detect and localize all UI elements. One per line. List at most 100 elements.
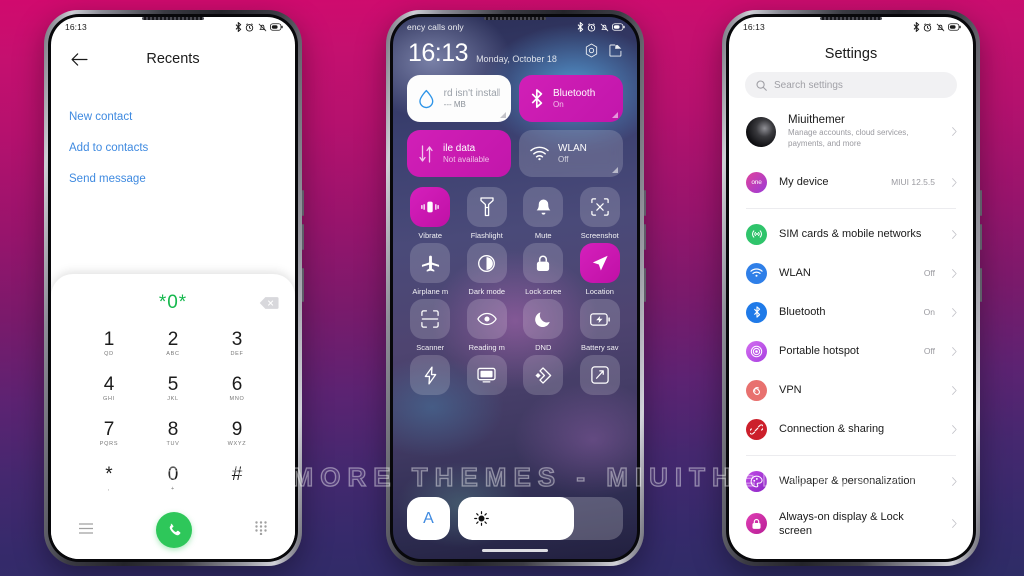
keypad-icon[interactable] [255, 520, 267, 540]
home-indicator[interactable] [482, 549, 548, 552]
row-label: SIM cards & mobile networks [779, 227, 922, 240]
toggle-screenshot[interactable]: Screenshot [573, 187, 628, 241]
toggle-dark-mode[interactable]: Dark mode [460, 243, 515, 297]
volume-down-button[interactable] [980, 224, 982, 250]
row-value: Off [923, 268, 935, 279]
bluetooth-tile[interactable]: Bluetooth On [519, 75, 623, 122]
row-bluetooth[interactable]: Bluetooth On [729, 293, 973, 332]
toggle-flashlight[interactable]: Flashlight [460, 187, 515, 241]
search-input[interactable] [774, 79, 946, 91]
row-wlan[interactable]: WLAN Off [729, 254, 973, 293]
power-button[interactable] [980, 268, 982, 302]
key-digit: 7 [103, 418, 115, 440]
tile-title: rd isn't install [443, 87, 500, 99]
account-row[interactable]: Miuithemer Manage accounts, cloud servic… [729, 98, 973, 163]
row-sim-cards[interactable]: SIM cards & mobile networks [729, 215, 973, 254]
edit-icon[interactable] [608, 43, 623, 63]
power-button[interactable] [644, 268, 646, 302]
key-0[interactable]: 0 + [141, 456, 205, 501]
toggle-expand[interactable] [573, 355, 628, 409]
tile-expand-corner[interactable] [500, 112, 506, 118]
vibrate-icon [421, 201, 439, 213]
key-star[interactable]: *, [77, 456, 141, 501]
clock-date: Monday, October 18 [476, 54, 557, 64]
toggle-airplane-mode[interactable]: Airplane m [403, 243, 458, 297]
dialer-display: *0* [51, 284, 295, 322]
toggle-cast-screen[interactable] [460, 355, 515, 409]
toggle-lock-screen[interactable]: Lock scree [516, 243, 571, 297]
key-digit: * [105, 463, 113, 485]
key-6[interactable]: 6 MNO [205, 367, 269, 412]
vibrate-icon [936, 23, 944, 31]
row-vpn[interactable]: VPN [729, 371, 973, 410]
backspace-icon[interactable] [259, 296, 279, 310]
toggle-location[interactable]: Location [573, 243, 628, 297]
volume-up-button[interactable] [302, 190, 304, 216]
wlan-tile[interactable]: WLAN Off [519, 130, 623, 177]
add-to-contacts-link[interactable]: Add to contacts [69, 132, 295, 163]
toggle-dnd[interactable]: DND [516, 299, 571, 353]
sim-data-tile[interactable]: rd isn't install --- MB [407, 75, 511, 122]
tile-expand-corner[interactable] [612, 112, 618, 118]
settings-gear-icon[interactable] [584, 43, 599, 63]
key-2[interactable]: 2 ABC [141, 322, 205, 367]
alarm-icon [245, 22, 254, 32]
toggle-mute[interactable]: Mute [516, 187, 571, 241]
row-wallpaper-personalization[interactable]: Wallpaper & personalization [729, 462, 973, 501]
eye-icon [476, 312, 497, 326]
battery-icon [948, 23, 961, 31]
toggle-quick-lightning[interactable] [403, 355, 458, 409]
back-arrow-icon[interactable] [67, 47, 91, 71]
toggle-reading-mode[interactable]: Reading m [460, 299, 515, 353]
status-icons [235, 22, 284, 32]
chevron-right-icon [952, 385, 957, 395]
earpiece-speaker [820, 17, 882, 20]
my-device-row[interactable]: one My device MIUI 12.5.5 [729, 163, 973, 202]
mobile-data-tile[interactable]: ile data Not available [407, 130, 511, 177]
toggle-battery-saver[interactable]: Battery sav [573, 299, 628, 353]
auto-brightness-button[interactable]: A [407, 497, 450, 540]
key-7[interactable]: 7 PQRS [77, 412, 141, 457]
power-button[interactable] [302, 268, 304, 302]
row-label: Bluetooth [779, 305, 826, 318]
alarm-icon [587, 22, 596, 32]
menu-icon[interactable] [79, 521, 93, 539]
key-1[interactable]: 1 QD [77, 322, 141, 367]
chevron-right-icon [952, 127, 957, 137]
toggle-label: Location [585, 287, 614, 296]
send-message-link[interactable]: Send message [69, 163, 295, 194]
row-portable-hotspot[interactable]: Portable hotspot Off [729, 332, 973, 371]
vibrate-icon [258, 23, 266, 31]
toggle-scanner[interactable]: Scanner [403, 299, 458, 353]
row-connection-sharing[interactable]: Connection & sharing [729, 410, 973, 449]
volume-down-button[interactable] [644, 224, 646, 250]
hotspot-icon [746, 340, 767, 362]
row-always-on-display[interactable]: Always-on display & Lock screen [729, 501, 973, 548]
toggle-label: Flashlight [470, 231, 503, 240]
tile-expand-corner[interactable] [612, 167, 618, 173]
tile-title: Bluetooth [553, 87, 596, 99]
toggle-diamond[interactable] [516, 355, 571, 409]
search-bar[interactable] [745, 72, 957, 98]
toggle-vibrate[interactable]: Vibrate [403, 187, 458, 241]
key-4[interactable]: 4 GHI [77, 367, 141, 412]
key-digit: 6 [231, 374, 243, 396]
status-icons [577, 22, 626, 32]
volume-up-button[interactable] [644, 190, 646, 216]
key-5[interactable]: 5 JKL [141, 367, 205, 412]
volume-down-button[interactable] [302, 224, 304, 250]
key-9[interactable]: 9 WXYZ [205, 412, 269, 457]
new-contact-link[interactable]: New contact [69, 101, 295, 132]
phone-device-control-center: ency calls only 16:13 Monday, October 18 [386, 10, 646, 566]
phone-call-icon[interactable] [156, 512, 192, 548]
volume-up-button[interactable] [980, 190, 982, 216]
carrier-label: ency calls only [407, 22, 464, 32]
key-digit: 1 [103, 329, 115, 351]
key-8[interactable]: 8 TUV [141, 412, 205, 457]
key-letters: , [107, 485, 111, 492]
key-3[interactable]: 3 DEF [205, 322, 269, 367]
brightness-slider[interactable] [458, 497, 623, 540]
chevron-right-icon [952, 424, 957, 434]
battery-icon [270, 23, 283, 31]
key-hash[interactable]: # [205, 456, 269, 501]
